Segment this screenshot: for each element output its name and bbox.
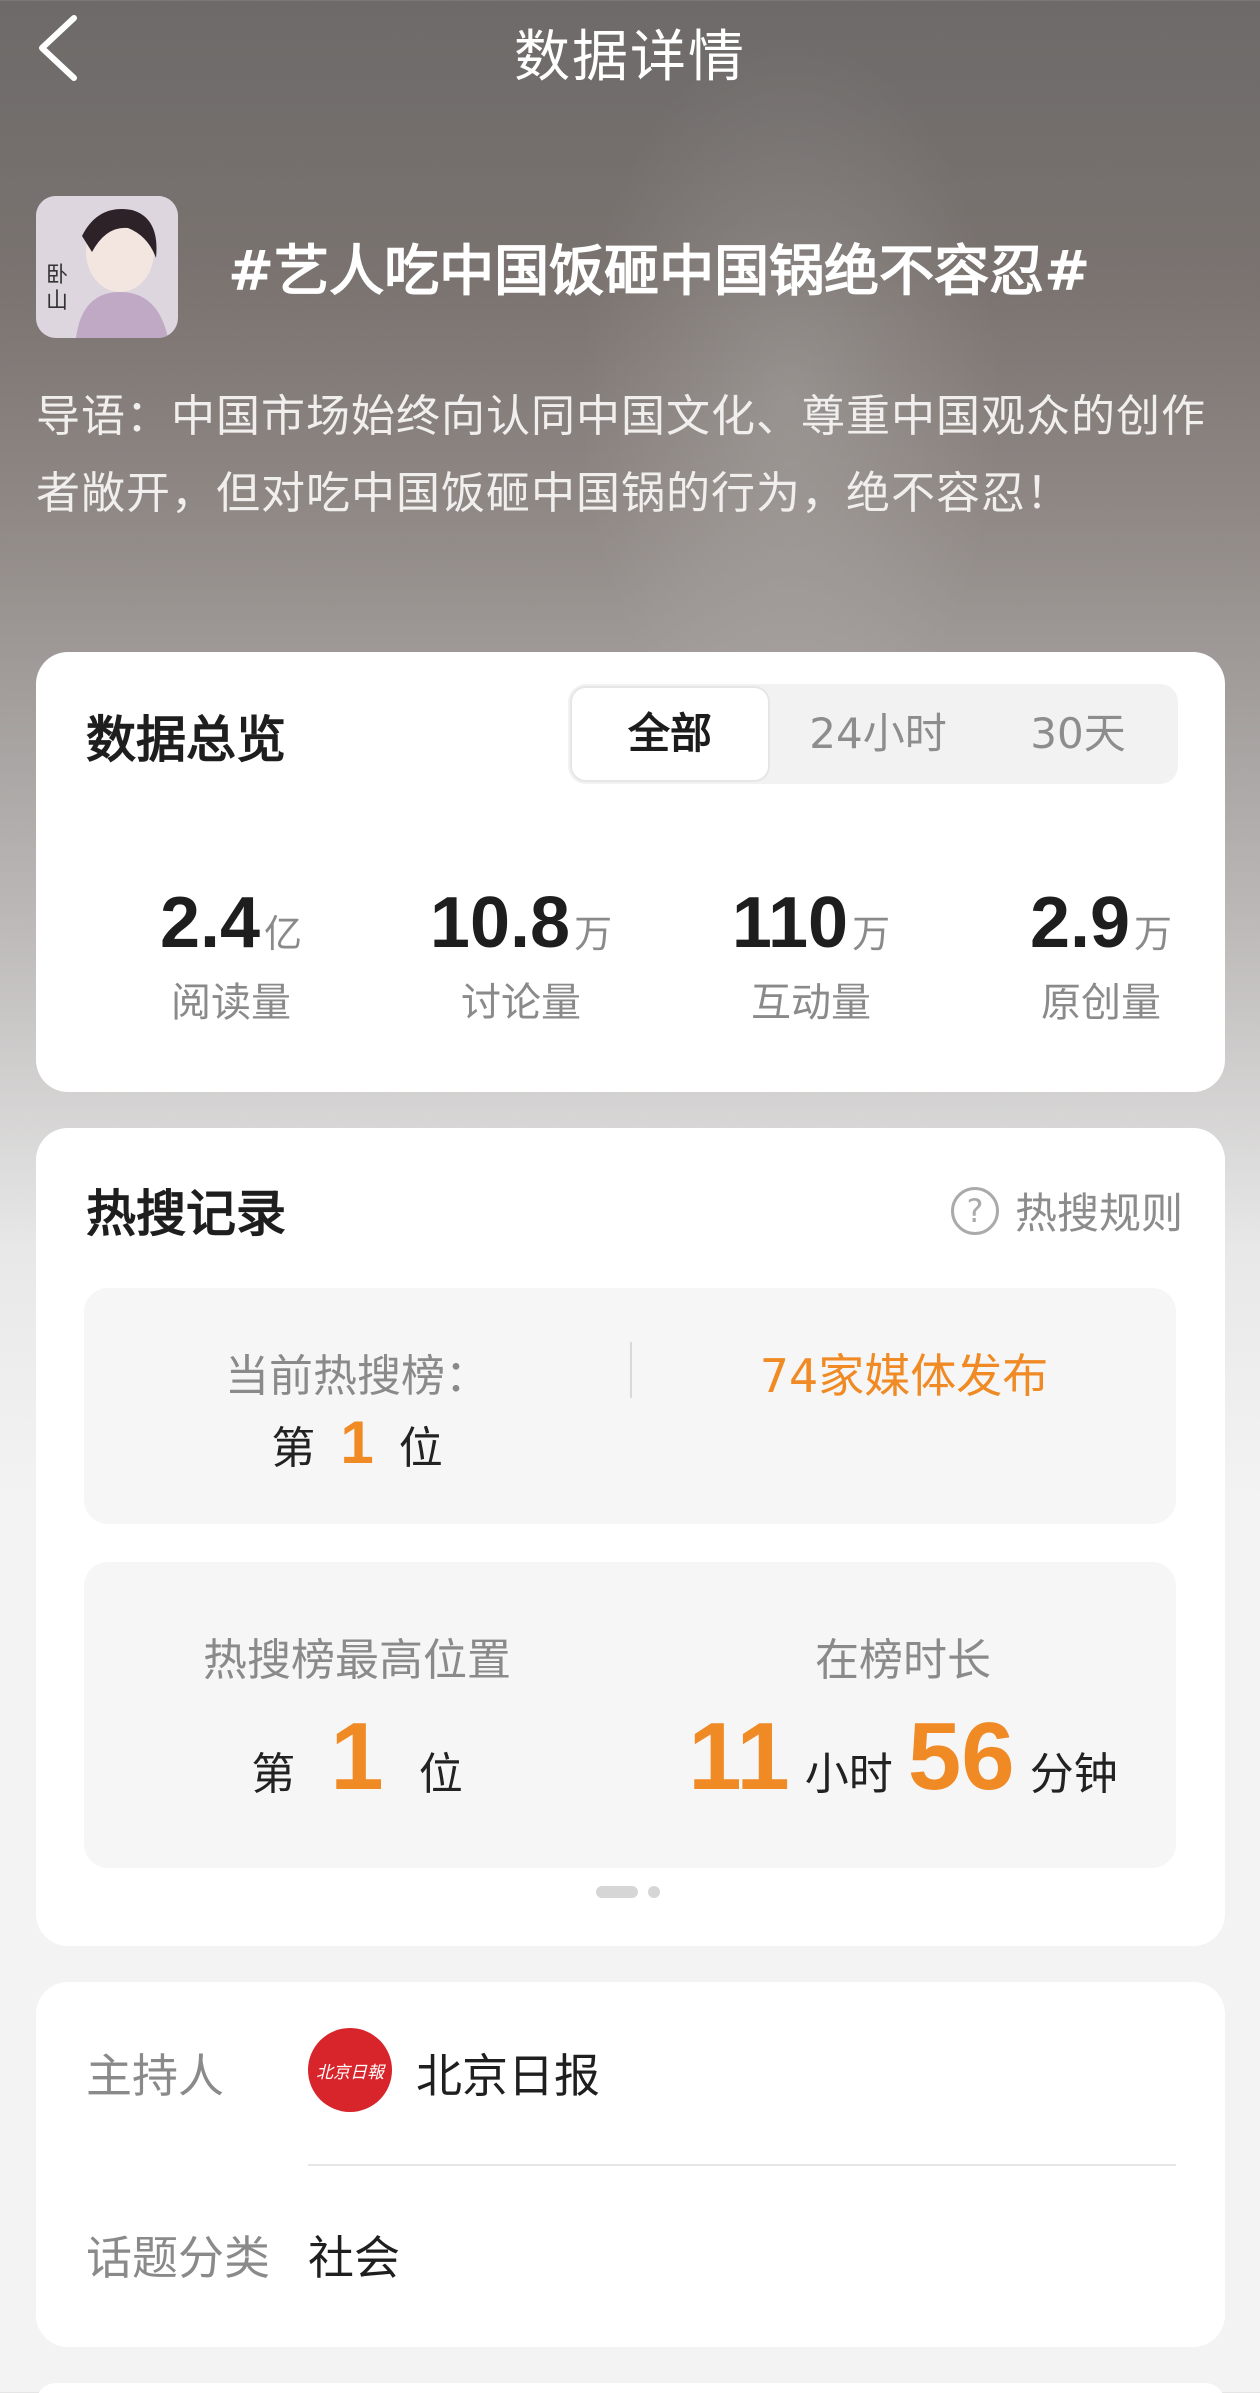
stat-discuss-label: 讨论量 xyxy=(461,980,581,1026)
page-title: 数据详情 xyxy=(514,25,746,90)
hot-search-title: 热搜记录 xyxy=(86,1185,286,1243)
host-name[interactable]: 北京日报 xyxy=(416,2040,600,2106)
stat-discuss: 10.8 万 讨论量 xyxy=(376,882,666,1028)
hot-search-rules-link[interactable]: ? 热搜规则 xyxy=(950,1180,1183,1241)
overview-title: 数据总览 xyxy=(86,711,286,769)
stat-interact-value: 110 xyxy=(731,883,849,963)
highest-rank-prefix: 第 xyxy=(251,1749,296,1800)
host-logo-text: 北京日報 xyxy=(316,2062,384,2083)
current-rank-label: 当前热搜榜： xyxy=(225,1351,489,1402)
pager-dot[interactable] xyxy=(648,1886,660,1898)
highest-rank-value: 1 xyxy=(330,1703,384,1810)
help-circle-icon: ? xyxy=(950,1186,999,1235)
stat-read-value: 2.4 xyxy=(159,883,261,963)
rules-label: 热搜规则 xyxy=(1014,1189,1183,1238)
time-range-tabs: 全部 24小时 30天 xyxy=(568,684,1178,784)
current-rank-box: 当前热搜榜： 第 1 位 74家媒体发布 xyxy=(84,1288,1176,1524)
stat-original-value: 2.9 xyxy=(1029,883,1131,963)
highest-rank: 热搜榜最高位置 第 1 位 xyxy=(84,1624,630,1812)
tab-24h[interactable]: 24小时 xyxy=(778,684,978,784)
minutes-unit: 分钟 xyxy=(1029,1749,1118,1800)
duration-minutes: 56 xyxy=(907,1703,1015,1810)
svg-text:卧: 卧 xyxy=(46,263,68,288)
host-label: 主持人 xyxy=(86,2049,224,2103)
on-list-duration: 在榜时长 11 小时 56 分钟 xyxy=(630,1624,1176,1812)
pager-dot-active[interactable] xyxy=(596,1886,638,1898)
highest-rank-suffix: 位 xyxy=(418,1749,463,1800)
topic-intro: 导语：中国市场始终向认同中国文化、尊重中国观众的创作者敞开，但对吃中国饭砸中国锅… xyxy=(36,391,1206,519)
current-rank-value: 1 xyxy=(340,1409,374,1476)
stat-original-label: 原创量 xyxy=(1041,980,1161,1026)
topic-header: 卧 山 #艺人吃中国饭砸中国锅绝不容忍# xyxy=(36,196,1226,338)
media-publish-link[interactable]: 74家媒体发布 xyxy=(632,1340,1176,1406)
current-rank-prefix: 第 xyxy=(271,1423,316,1474)
data-overview-card: 数据总览 全部 24小时 30天 2.4 亿 阅读量 10.8 万 讨论量 110 万… xyxy=(36,652,1225,1092)
info-divider xyxy=(308,2164,1176,2166)
stat-interact: 110 万 互动量 xyxy=(666,882,956,1028)
stat-original: 2.9 万 原创量 xyxy=(956,882,1246,1028)
hours-unit: 小时 xyxy=(804,1749,893,1800)
stat-read-label: 阅读量 xyxy=(171,980,291,1026)
stat-interact-label: 互动量 xyxy=(751,980,871,1026)
topic-cover-image: 卧 山 xyxy=(36,196,178,338)
stat-original-unit: 万 xyxy=(1134,912,1173,956)
topic-title: #艺人吃中国饭砸中国锅绝不容忍# xyxy=(228,239,1091,303)
hot-search-card: 热搜记录 ? 热搜规则 当前热搜榜： 第 1 位 74家媒体发布 热搜榜最高位置… xyxy=(36,1128,1225,1946)
current-rank-suffix: 位 xyxy=(398,1423,443,1474)
category-value: 社会 xyxy=(308,2231,400,2285)
topic-info-card: 主持人 北京日報 北京日报 话题分类 社会 xyxy=(36,1982,1225,2347)
stat-interact-unit: 万 xyxy=(852,912,891,956)
stat-read: 2.4 亿 阅读量 xyxy=(86,882,376,1028)
category-label: 话题分类 xyxy=(86,2231,270,2285)
hot-history-box: 热搜榜最高位置 第 1 位 在榜时长 11 小时 56 分钟 xyxy=(84,1562,1176,1868)
stat-discuss-value: 10.8 xyxy=(429,883,571,963)
svg-text:山: 山 xyxy=(46,289,68,314)
tab-30d[interactable]: 30天 xyxy=(978,684,1178,784)
duration-label: 在榜时长 xyxy=(815,1635,991,1686)
duration-hours: 11 xyxy=(688,1703,790,1810)
tab-all[interactable]: 全部 xyxy=(570,686,770,782)
header: 数据详情 xyxy=(0,0,1260,100)
host-logo[interactable]: 北京日報 xyxy=(308,2028,392,2112)
highest-rank-label: 热搜榜最高位置 xyxy=(203,1635,511,1686)
current-rank: 当前热搜榜： 第 1 位 xyxy=(84,1340,630,1477)
next-card-partial xyxy=(36,2383,1225,2393)
stat-read-unit: 亿 xyxy=(264,912,303,956)
stat-discuss-unit: 万 xyxy=(574,912,613,956)
